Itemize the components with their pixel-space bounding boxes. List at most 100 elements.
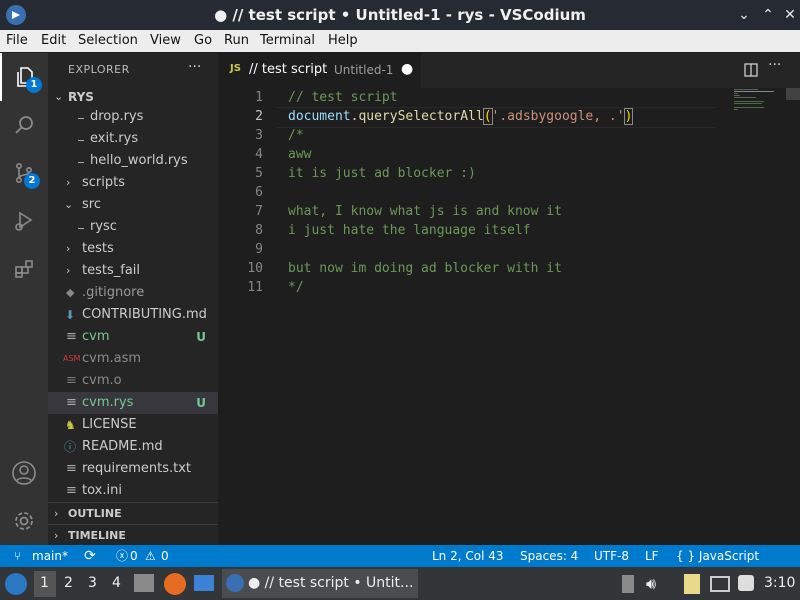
file-gitignore[interactable]: ◆ .gitignore (48, 282, 218, 304)
taskbar-window-vscodium[interactable]: ● // test script • Untit... (222, 569, 418, 598)
file-cvm-asm[interactable]: ASM cvm.asm (48, 348, 218, 370)
gitignore-icon: ◆ (66, 286, 75, 299)
more-actions-icon[interactable]: ··· (768, 57, 781, 73)
line-ending[interactable]: LF (645, 545, 659, 567)
close-paren: ) (623, 108, 634, 125)
more-actions-icon[interactable]: ··· (188, 59, 201, 75)
language-mode[interactable]: { } JavaScript (676, 545, 759, 567)
desktop-icon[interactable] (194, 575, 214, 591)
clipboard-icon[interactable] (684, 574, 700, 594)
code-editor[interactable]: 1 // test script 2 document.querySelecto… (218, 88, 800, 545)
js-file-icon: JS (230, 63, 241, 74)
status-bar: ⑂ main* ⟳ ⓧ 0 ⚠ 0 Ln 2, Col 43 Spaces: 4… (0, 545, 800, 567)
file-manager-icon[interactable] (134, 574, 154, 592)
file-label: cvm.rys (82, 395, 134, 410)
split-editor-icon[interactable] (744, 62, 758, 81)
workspace-3[interactable]: 3 (88, 567, 97, 600)
chevron-right-icon: › (66, 264, 71, 277)
network-icon[interactable] (710, 576, 730, 592)
menu-edit[interactable]: Edit (41, 30, 66, 52)
menu-file[interactable]: File (6, 30, 28, 52)
file-license[interactable]: ♞ LICENSE (48, 414, 218, 436)
file-icon: ≡ (66, 373, 77, 388)
menu-help[interactable]: Help (328, 30, 358, 52)
timeline-section[interactable]: › TIMELINE (48, 524, 218, 547)
editor-tab[interactable]: JS // test script Untitled-1 ● (218, 53, 421, 88)
cursor-position[interactable]: Ln 2, Col 43 (432, 545, 504, 567)
file-cvm-rys[interactable]: ≡ cvm.rys U (48, 392, 218, 414)
scrollbar-thumb[interactable] (786, 88, 800, 100)
search-icon[interactable] (0, 101, 48, 149)
explorer-sidebar: EXPLORER ··· ⌄ RYS drop.rys exit.rys hel… (48, 53, 218, 545)
code-line: // test script (288, 90, 398, 105)
code-line: */ (288, 280, 304, 295)
run-debug-icon[interactable] (0, 197, 48, 245)
folder-root[interactable]: ⌄ RYS (48, 86, 218, 108)
outline-section[interactable]: › OUTLINE (48, 502, 218, 525)
folder-tests[interactable]: › tests (48, 238, 218, 260)
file-drop-rys[interactable]: drop.rys (48, 106, 218, 128)
file-tox-ini[interactable]: ≡ tox.ini (48, 480, 218, 502)
workspace-1[interactable]: 1 (40, 567, 49, 600)
battery-icon[interactable] (622, 575, 634, 593)
file-label: LICENSE (82, 417, 137, 432)
tab-description: Untitled-1 (334, 63, 394, 77)
file-cvm[interactable]: ≡ cvm U (48, 326, 218, 348)
volume-icon[interactable]: 🔊︎ (646, 567, 656, 600)
file-icon: ≡ (66, 329, 77, 344)
file-hello-world-rys[interactable]: hello_world.rys (48, 150, 218, 172)
extensions-icon[interactable] (0, 245, 48, 293)
file-contributing-md[interactable]: ⬇ CONTRIBUTING.md (48, 304, 218, 326)
warning-count[interactable]: 0 (161, 545, 169, 567)
firefox-icon[interactable] (164, 573, 186, 595)
menu-run[interactable]: Run (224, 30, 249, 52)
clock[interactable]: 3:10 (764, 567, 795, 600)
line-number: 6 (255, 185, 263, 200)
encoding[interactable]: UTF-8 (594, 545, 629, 567)
line-number: 4 (255, 147, 263, 162)
folder-scripts[interactable]: › scripts (48, 172, 218, 194)
file-icon: ≡ (66, 395, 77, 410)
download-icon: ⬇ (65, 308, 76, 322)
menu-bar: File Edit Selection View Go Run Terminal… (0, 30, 800, 52)
minimap[interactable] (730, 88, 786, 114)
restore-icon[interactable]: ⌃ (760, 7, 776, 23)
menu-view[interactable]: View (150, 30, 181, 52)
open-paren: ( (482, 108, 493, 125)
menu-go[interactable]: Go (194, 30, 212, 52)
git-status-badge: U (196, 330, 206, 344)
branch-name[interactable]: main* (32, 545, 68, 567)
start-menu-icon[interactable] (5, 573, 27, 595)
activity-bar: 1 2 (0, 53, 48, 545)
file-requirements-txt[interactable]: ≡ requirements.txt (48, 458, 218, 480)
explorer-icon[interactable]: 1 (0, 53, 48, 101)
file-icon (78, 116, 84, 119)
chevron-right-icon: › (66, 176, 71, 189)
menu-selection[interactable]: Selection (78, 30, 138, 52)
chevron-down-icon[interactable]: ⌄ (736, 7, 752, 23)
file-readme-md[interactable]: ⓘ README.md (48, 436, 218, 458)
accounts-icon[interactable] (0, 449, 48, 497)
indentation[interactable]: Spaces: 4 (520, 545, 578, 567)
sync-icon[interactable]: ⟳ (84, 545, 96, 567)
folder-tests-fail[interactable]: › tests_fail (48, 260, 218, 282)
error-count[interactable]: 0 (130, 545, 138, 567)
workspace-4[interactable]: 4 (112, 567, 121, 600)
root-folder-label: RYS (68, 90, 94, 104)
file-rysc[interactable]: rysc (48, 216, 218, 238)
gear-icon[interactable] (0, 497, 48, 545)
file-label: cvm.o (82, 373, 122, 388)
notification-icon[interactable] (738, 575, 754, 591)
chevron-down-icon: ⌄ (64, 198, 74, 211)
source-control-icon[interactable]: 2 (0, 149, 48, 197)
chevron-down-icon: ⌄ (54, 90, 64, 103)
file-exit-rys[interactable]: exit.rys (48, 128, 218, 150)
line-number: 10 (247, 261, 263, 276)
folder-src[interactable]: ⌄ src (48, 194, 218, 216)
unsaved-dot-icon[interactable]: ● (401, 61, 413, 77)
line-number: 7 (255, 204, 263, 219)
menu-terminal[interactable]: Terminal (260, 30, 315, 52)
file-cvm-o[interactable]: ≡ cvm.o (48, 370, 218, 392)
workspace-2[interactable]: 2 (64, 567, 73, 600)
close-icon[interactable]: ✕ (782, 7, 798, 23)
